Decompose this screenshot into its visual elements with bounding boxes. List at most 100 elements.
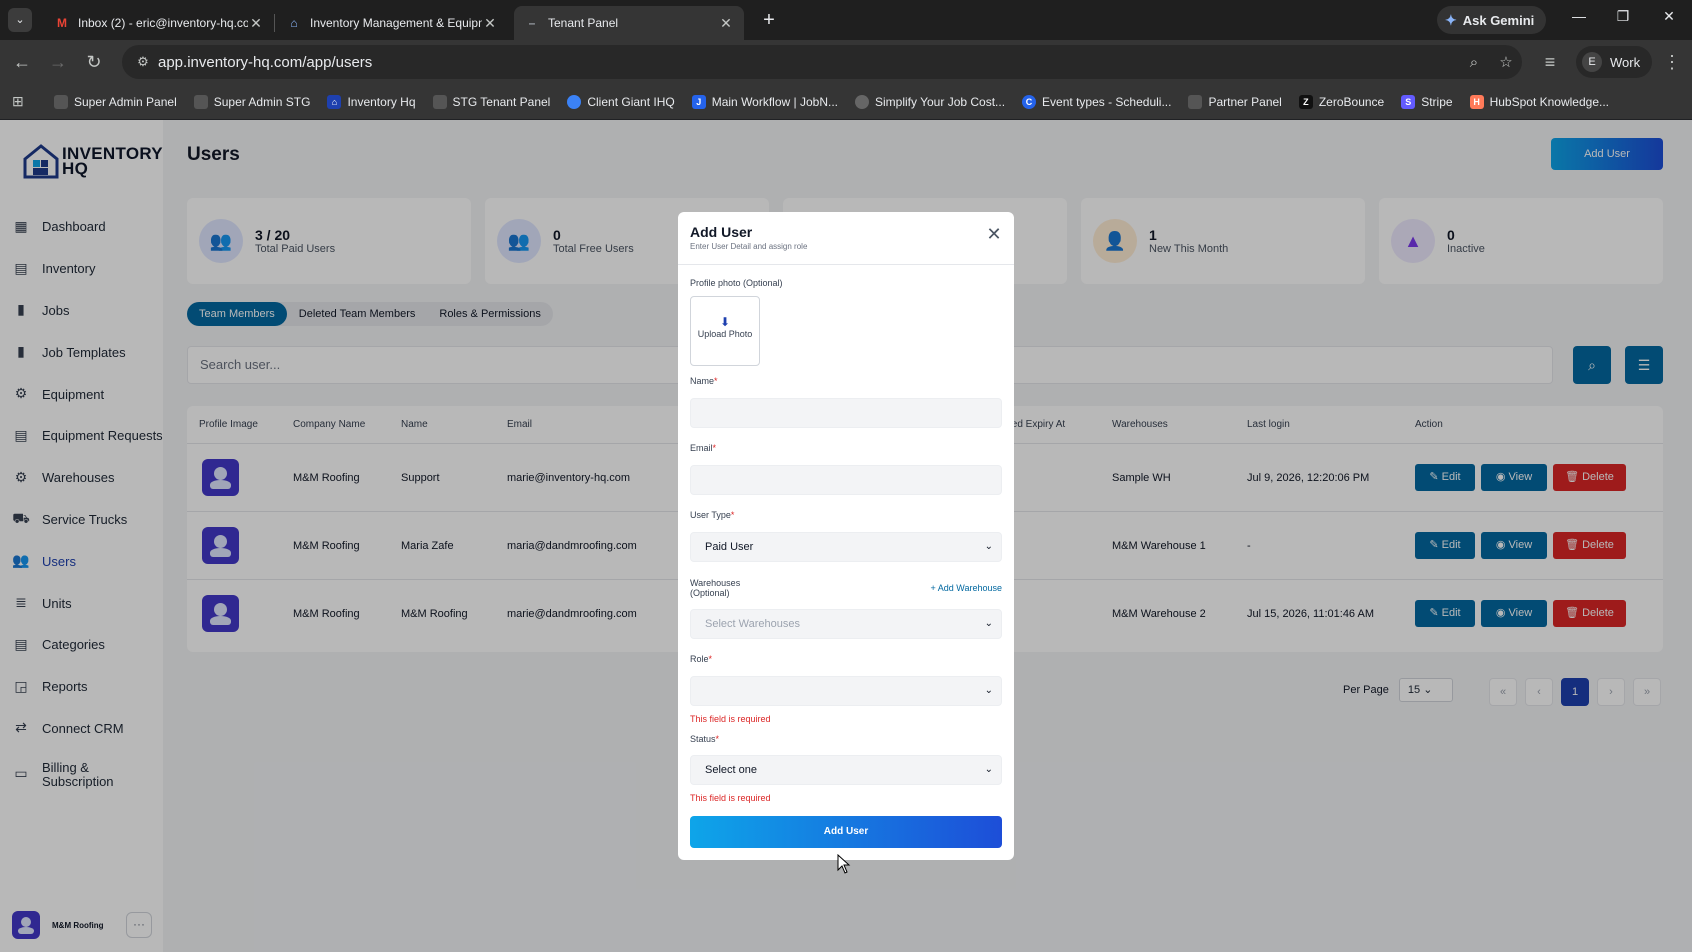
bookmark-favicon-icon [1188,94,1203,109]
apps-icon[interactable]: ⊞ [12,93,40,110]
bookmark-favicon-icon: H [1469,94,1484,109]
tab-separator [274,14,275,32]
mouse-cursor-icon [837,854,851,874]
required-mark: * [715,734,720,744]
bookmark-item[interactable]: Simplify Your Job Cost... [854,94,1006,109]
chevron-down-icon: ⌄ [984,541,993,552]
name-label-text: Name [690,376,715,386]
modal-divider [678,264,1014,265]
warehouses-label: Warehouses (Optional) [690,578,740,598]
bookmark-favicon-icon [54,94,68,109]
reload-icon[interactable]: ↻ [82,50,106,74]
chevron-down-icon: ⌄ [984,618,993,629]
role-label-text: Role [690,654,709,664]
modal-title: Add User [690,224,753,240]
bookmark-label: Super Admin STG [213,94,311,109]
close-icon[interactable]: ✕ [984,224,1004,245]
bookmark-item[interactable]: STG Tenant Panel [432,94,551,109]
bookmark-favicon-icon [193,94,208,109]
warehouses-label-text: Warehouses [690,578,741,588]
bookmark-favicon-icon [567,94,582,109]
bookmark-item[interactable]: H HubSpot Knowledge... [1469,94,1609,109]
bookmark-item[interactable]: S Stripe [1401,94,1453,109]
browser-tab-gmail[interactable]: M Inbox (2) - eric@inventory-hq.com ✕ [44,6,274,40]
forward-icon[interactable]: → [46,50,70,74]
bookmark-favicon-icon: Z [1298,94,1313,109]
user-type-select[interactable]: Paid User ⌄ [690,532,1002,562]
user-type-value: Paid User [705,541,754,553]
user-type-label-text: User Type [690,510,731,520]
close-tab-icon[interactable]: ✕ [482,15,498,32]
browser-tab-tenant[interactable]: – Tenant Panel ✕ [514,6,744,40]
profile-button[interactable]: E Work [1576,46,1653,78]
url-text[interactable]: app.inventory-hq.com/app/users [158,54,1458,71]
add-user-submit-button[interactable]: Add User [690,816,1002,848]
role-select[interactable]: ⌄ [690,676,1002,706]
add-warehouse-link[interactable]: + Add Warehouse [931,583,1002,593]
required-mark: * [708,654,713,664]
bookmark-label: Super Admin Panel [74,94,177,109]
bookmark-star-icon[interactable]: ☆ [1490,53,1522,71]
tab-title: Tenant Panel [548,16,619,30]
chevron-down-icon: ⌄ [984,764,993,775]
upload-photo-button[interactable]: ⬇ Upload Photo [690,296,760,366]
bookmark-label: Main Workflow | JobN... [711,94,838,109]
required-mark: * [730,510,735,520]
close-tab-icon[interactable]: ✕ [718,15,734,32]
bookmark-item[interactable]: Super Admin Panel [54,94,177,109]
ask-gemini-button[interactable]: ✦ Ask Gemini [1437,6,1547,34]
tenant-icon: – [528,16,536,30]
bookmark-item[interactable]: J Main Workflow | JobN... [691,94,838,109]
bookmark-item[interactable]: Client Giant IHQ [567,94,675,109]
bookmark-label: Client Giant IHQ [587,94,675,109]
bookmark-item[interactable]: C Event types - Scheduli... [1022,94,1172,109]
gmail-icon: M [57,16,67,30]
role-label: Role* [690,654,712,664]
bookmark-favicon-icon: C [1022,94,1037,109]
minimize-icon[interactable]: — [1564,8,1594,24]
restore-icon[interactable]: ❐ [1608,8,1638,25]
menu-icon[interactable]: ⋮ [1660,50,1684,74]
omnibox[interactable]: ⚙ app.inventory-hq.com/app/users ⌕ ☆ [122,45,1522,79]
back-icon[interactable]: ← [10,50,34,74]
status-error: This field is required [690,793,771,803]
bookmark-label: Simplify Your Job Cost... [874,94,1006,109]
bookmark-label: Inventory Hq [347,94,416,109]
tab-title: Inventory Management & Equipm [310,16,482,30]
bookmark-label: Event types - Scheduli... [1042,94,1172,109]
bookmark-favicon-icon: J [691,94,706,109]
bookmark-label: STG Tenant Panel [452,94,551,109]
close-window-icon[interactable]: ✕ [1654,8,1684,25]
browser-chrome: ⌄ M Inbox (2) - eric@inventory-hq.com ✕ … [0,0,1692,120]
reading-list-icon[interactable]: ≡ [1538,50,1562,74]
bookmark-item[interactable]: Super Admin STG [193,94,311,109]
new-tab-icon[interactable]: + [756,8,782,34]
close-tab-icon[interactable]: ✕ [248,15,264,32]
name-field[interactable] [690,398,1002,428]
bookmark-item[interactable]: ⌂ Inventory Hq [327,94,416,109]
warehouses-select[interactable]: Select Warehouses ⌄ [690,609,1002,639]
bookmark-label: Stripe [1421,94,1453,109]
browser-tab-inventory[interactable]: ⌂ Inventory Management & Equipm ✕ [276,6,508,40]
modal-subtitle: Enter User Detail and assign role [690,242,808,251]
zoom-icon[interactable]: ⌕ [1458,54,1490,71]
status-value: Select one [705,764,757,776]
status-label-text: Status [690,734,716,744]
inventory-hq-icon: ⌂ [290,16,298,30]
chevron-down-icon: ⌄ [984,685,993,696]
bookmark-label: ZeroBounce [1318,94,1385,109]
bookmark-item[interactable]: Z ZeroBounce [1298,94,1385,109]
tab-strip: ⌄ M Inbox (2) - eric@inventory-hq.com ✕ … [0,0,1692,40]
email-field[interactable] [690,465,1002,495]
site-info-icon[interactable]: ⚙ [128,54,158,70]
bookmark-label: HubSpot Knowledge... [1489,94,1609,109]
bookmark-item[interactable]: Partner Panel [1188,94,1282,109]
name-label: Name* [690,376,718,386]
add-user-modal: Add User Enter User Detail and assign ro… [678,212,1014,860]
required-mark: * [712,443,717,453]
profile-photo-label: Profile photo (Optional) [690,278,783,288]
bookmark-favicon-icon: ⌂ [327,94,342,109]
upload-icon: ⬇ [719,315,731,329]
tab-search-button[interactable]: ⌄ [8,8,32,32]
status-select[interactable]: Select one ⌄ [690,755,1002,785]
